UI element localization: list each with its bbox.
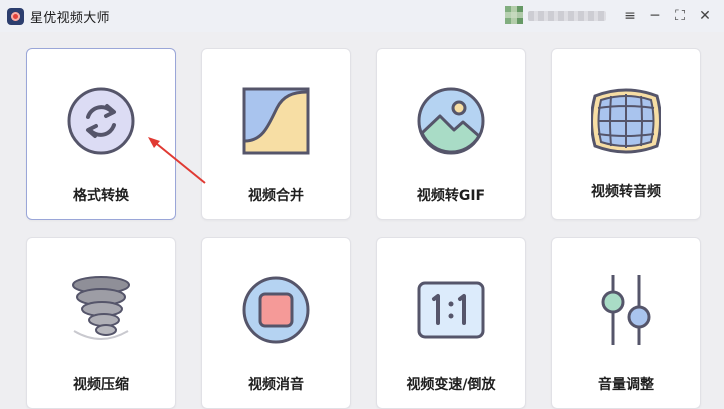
menu-button[interactable]: ≡ [618,4,642,28]
card-video-to-audio[interactable]: 视频转音频 [551,48,701,220]
card-label: 视频变速/倒放 [406,377,496,393]
card-label: 视频合并 [248,188,304,204]
card-label: 视频转音频 [591,184,661,200]
app-logo-icon [7,8,24,25]
convert-icon [67,87,135,155]
ratio-icon [417,281,485,339]
card-label: 视频消音 [248,377,304,393]
card-label: 音量调整 [598,377,654,393]
username-blurred[interactable] [528,11,606,21]
tornado-icon [72,276,130,340]
card-video-compress[interactable]: 视频压缩 [26,237,176,409]
title-bar: 星优视频大师 ≡ ─ ⛶ ✕ [0,0,724,32]
card-label: 视频转GIF [416,188,486,204]
card-video-to-gif[interactable]: 视频转GIF [376,48,526,220]
minimize-button[interactable]: ─ [643,4,667,28]
maximize-button[interactable]: ⛶ [668,4,692,28]
app-title: 星优视频大师 [30,11,110,26]
card-video-mute[interactable]: 视频消音 [201,237,351,409]
card-video-merge[interactable]: 视频合并 [201,48,351,220]
slider-icon [601,275,651,345]
merge-icon [242,87,310,155]
card-label: 视频压缩 [73,377,129,393]
card-volume-adjust[interactable]: 音量调整 [551,237,701,409]
user-avatar[interactable] [505,6,523,24]
card-video-speed-reverse[interactable]: 视频变速/倒放 [376,237,526,409]
card-label: 格式转换 [73,188,129,204]
card-format-convert[interactable]: 格式转换 [26,48,176,220]
image-landscape-icon [417,87,485,155]
close-button[interactable]: ✕ [693,4,717,28]
audio-icon [591,88,661,154]
stop-icon [242,276,310,344]
